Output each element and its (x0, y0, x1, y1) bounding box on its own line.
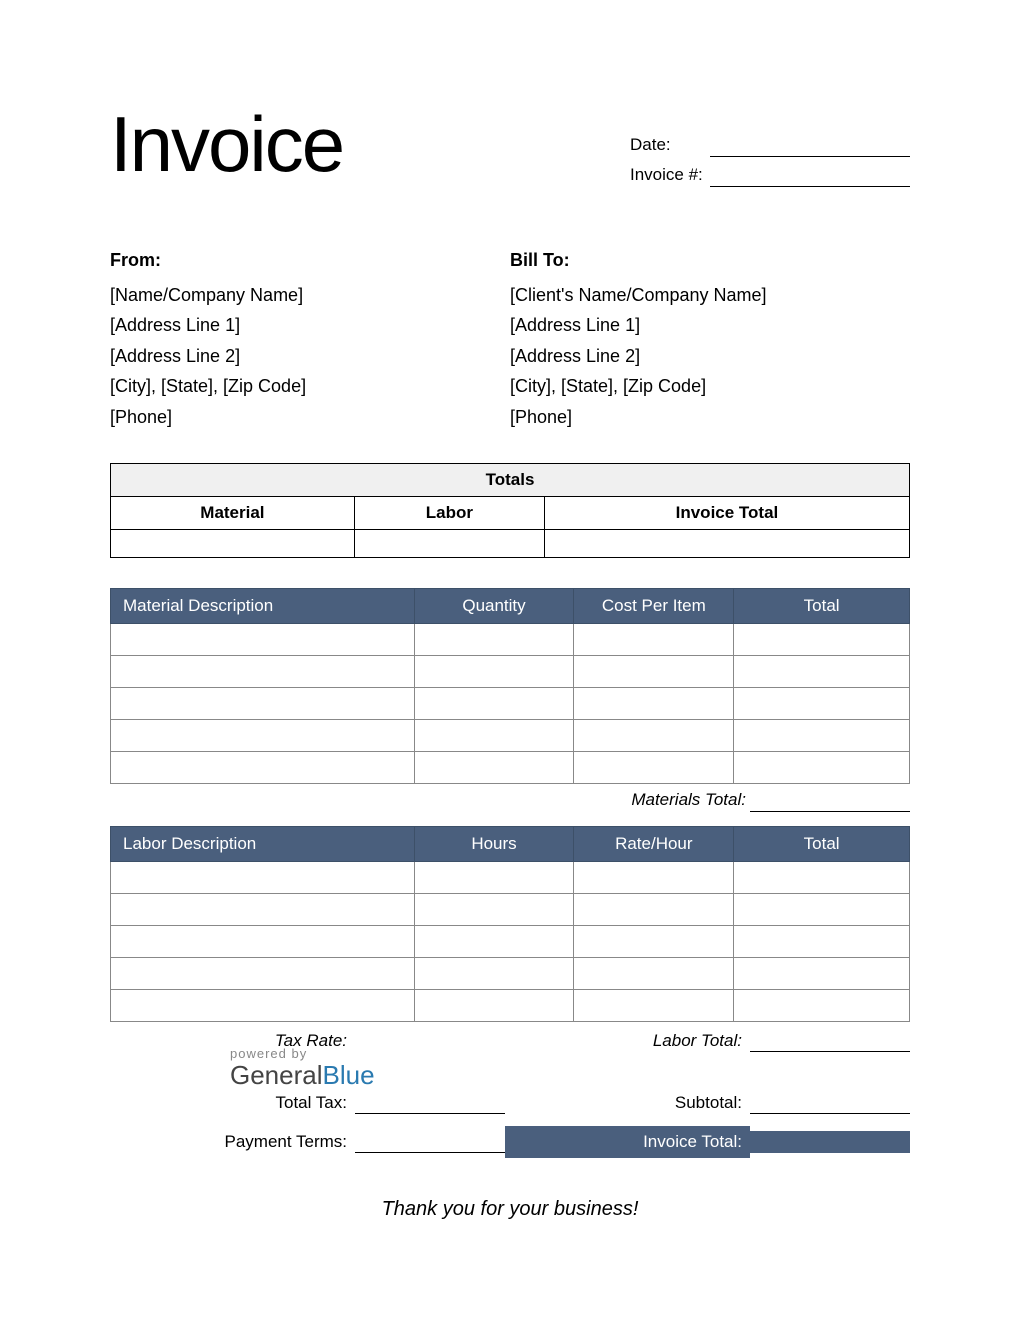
date-label: Date: (600, 135, 710, 157)
total-tax-label: Total Tax: (110, 1093, 355, 1113)
materials-col-qty: Quantity (414, 588, 574, 623)
table-row[interactable] (111, 893, 910, 925)
from-line: [Address Line 2] (110, 341, 510, 372)
subtotal-value[interactable] (750, 1092, 910, 1114)
address-section: From: [Name/Company Name] [Address Line … (110, 245, 910, 433)
materials-col-total: Total (734, 588, 910, 623)
payment-terms-label: Payment Terms: (110, 1132, 355, 1152)
bill-to-line: [Address Line 1] (510, 310, 910, 341)
header: Invoice Date: Invoice #: (110, 105, 910, 195)
materials-col-desc: Material Description (111, 588, 415, 623)
brand-logo: powered by GeneralBlue (230, 1047, 375, 1090)
totals-invoice-value[interactable] (544, 529, 909, 557)
payment-terms-value[interactable] (355, 1131, 505, 1153)
labor-col-desc: Labor Description (111, 826, 415, 861)
materials-subtotal-row: Materials Total: (110, 790, 910, 812)
bill-to-block: Bill To: [Client's Name/Company Name] [A… (510, 245, 910, 433)
table-row[interactable] (111, 655, 910, 687)
table-row[interactable] (111, 719, 910, 751)
bill-to-line: [City], [State], [Zip Code] (510, 371, 910, 402)
tax-rate-value[interactable] (355, 1030, 505, 1052)
meta-block: Date: Invoice #: (600, 105, 910, 195)
materials-total-label: Materials Total: (590, 790, 750, 812)
totals-summary-table: Totals Material Labor Invoice Total (110, 463, 910, 558)
subtotal-label: Subtotal: (505, 1093, 750, 1113)
table-row[interactable] (111, 687, 910, 719)
table-row[interactable] (111, 623, 910, 655)
totals-labor-value[interactable] (354, 529, 544, 557)
totals-invoice-label: Invoice Total (544, 496, 909, 529)
table-row[interactable] (111, 989, 910, 1021)
from-title: From: (110, 245, 510, 276)
totals-labor-label: Labor (354, 496, 544, 529)
page-title: Invoice (110, 105, 600, 183)
invoice-number-label: Invoice #: (600, 165, 710, 187)
labor-total-value[interactable] (750, 1030, 910, 1052)
invoice-number-value[interactable] (710, 165, 910, 187)
thank-you-text: Thank you for your business! (110, 1198, 910, 1221)
from-line: [City], [State], [Zip Code] (110, 371, 510, 402)
from-line: [Address Line 1] (110, 310, 510, 341)
bill-to-title: Bill To: (510, 245, 910, 276)
totals-header: Totals (111, 463, 910, 496)
labor-col-total: Total (734, 826, 910, 861)
totals-material-value[interactable] (111, 529, 355, 557)
total-tax-value[interactable] (355, 1092, 505, 1114)
table-row[interactable] (111, 957, 910, 989)
brand-name-1: General (230, 1060, 323, 1090)
materials-col-cost: Cost Per Item (574, 588, 734, 623)
table-row[interactable] (111, 861, 910, 893)
invoice-total-value[interactable] (750, 1131, 910, 1153)
labor-total-label: Labor Total: (505, 1031, 750, 1051)
labor-col-hours: Hours (414, 826, 574, 861)
invoice-total-label: Invoice Total: (505, 1126, 750, 1158)
materials-total-value[interactable] (750, 790, 910, 812)
date-value[interactable] (710, 135, 910, 157)
bill-to-line: [Client's Name/Company Name] (510, 280, 910, 311)
from-line: [Phone] (110, 402, 510, 433)
labor-col-rate: Rate/Hour (574, 826, 734, 861)
totals-material-label: Material (111, 496, 355, 529)
table-row[interactable] (111, 925, 910, 957)
powered-by-text: powered by (230, 1047, 375, 1061)
bill-to-line: [Address Line 2] (510, 341, 910, 372)
bill-to-line: [Phone] (510, 402, 910, 433)
from-block: From: [Name/Company Name] [Address Line … (110, 245, 510, 433)
from-line: [Name/Company Name] (110, 280, 510, 311)
table-row[interactable] (111, 751, 910, 783)
brand-name-2: Blue (323, 1060, 375, 1090)
materials-table: Material Description Quantity Cost Per I… (110, 588, 910, 784)
labor-table: Labor Description Hours Rate/Hour Total (110, 826, 910, 1022)
